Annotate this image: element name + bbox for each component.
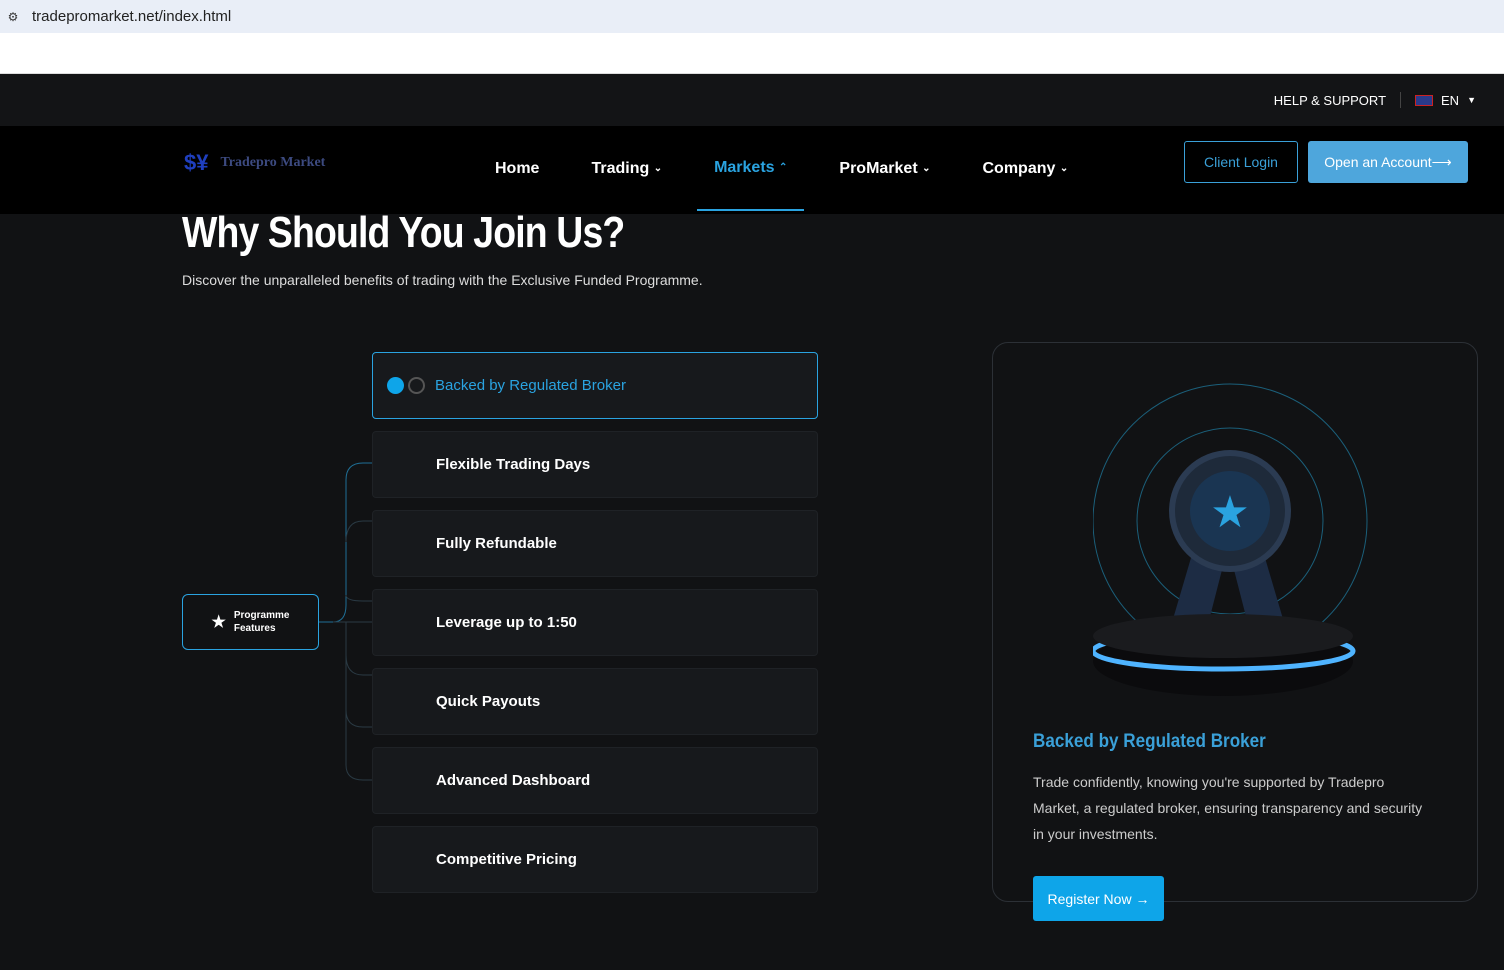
detail-title: Backed by Regulated Broker <box>1033 731 1266 752</box>
nav-trading[interactable]: Trading ⌄ <box>574 126 679 211</box>
page-subtitle: Discover the unparalleled benefits of tr… <box>182 272 703 288</box>
browser-address-bar[interactable]: ⚙ tradepromarket.net/index.html <box>0 0 1504 33</box>
feature-item[interactable]: Fully Refundable <box>372 510 818 577</box>
svg-text:★: ★ <box>1210 488 1249 537</box>
divider <box>1400 92 1402 108</box>
currency-exchange-icon: $¥ <box>184 150 209 175</box>
client-login-button[interactable]: Client Login <box>1184 141 1298 183</box>
feature-item[interactable]: Competitive Pricing <box>372 826 818 893</box>
top-bar: HELP & SUPPORT EN ▼ <box>0 74 1504 126</box>
chevron-down-icon: ⌄ <box>1059 163 1069 174</box>
programme-features-node: ★ Programme Features <box>182 594 319 650</box>
badge-icon-inactive <box>408 377 425 394</box>
nav-markets[interactable]: Markets ⌃ <box>697 126 805 211</box>
arrow-right-icon: ⟶ <box>1431 153 1452 170</box>
arrow-right-icon: → <box>1135 890 1150 907</box>
connector-lines <box>318 462 372 781</box>
register-now-button[interactable]: Register Now → <box>1033 876 1164 921</box>
nav-company[interactable]: Company ⌄ <box>966 126 1086 211</box>
site-settings-icon[interactable]: ⚙ <box>0 10 26 24</box>
feature-item[interactable]: Backed by Regulated Broker <box>372 352 818 419</box>
chevron-down-icon: ⌄ <box>922 163 931 174</box>
chevron-down-icon: ⌄ <box>653 163 663 174</box>
logo-text: Tradepro Market <box>220 155 326 170</box>
logo[interactable]: $¥ Tradepro Market <box>184 150 325 176</box>
language-selector[interactable]: EN <box>1441 93 1459 108</box>
award-ribbon-illustration: ★ <box>1093 383 1368 696</box>
badge-icon <box>387 377 404 394</box>
feature-detail-card: ★ Backed by Regulated Broker Trade confi… <box>992 342 1478 902</box>
chevron-up-icon: ⌃ <box>779 162 788 173</box>
url-text[interactable]: tradepromarket.net/index.html <box>32 8 231 25</box>
help-support-link[interactable]: HELP & SUPPORT <box>1274 93 1386 108</box>
star-hand-icon: ★ <box>211 613 226 631</box>
nav-promarket[interactable]: ProMarket ⌄ <box>822 126 947 211</box>
main-nav: $¥ Tradepro Market Home Trading ⌄ Markets… <box>0 126 1504 214</box>
feature-item[interactable]: Flexible Trading Days <box>372 431 818 498</box>
feature-item[interactable]: Advanced Dashboard <box>372 747 818 814</box>
nav-home[interactable]: Home <box>478 126 556 211</box>
feature-item[interactable]: Quick Payouts <box>372 668 818 735</box>
detail-description: Trade confidently, knowing you're suppor… <box>1033 774 1423 842</box>
open-account-button[interactable]: Open an Account ⟶ <box>1308 141 1468 183</box>
blank-strip <box>0 33 1504 74</box>
caret-down-icon[interactable]: ▼ <box>1467 95 1476 105</box>
uk-flag-icon <box>1415 94 1434 106</box>
feature-item[interactable]: Leverage up to 1:50 <box>372 589 818 656</box>
page-title: Why Should You Join Us? <box>182 208 625 257</box>
